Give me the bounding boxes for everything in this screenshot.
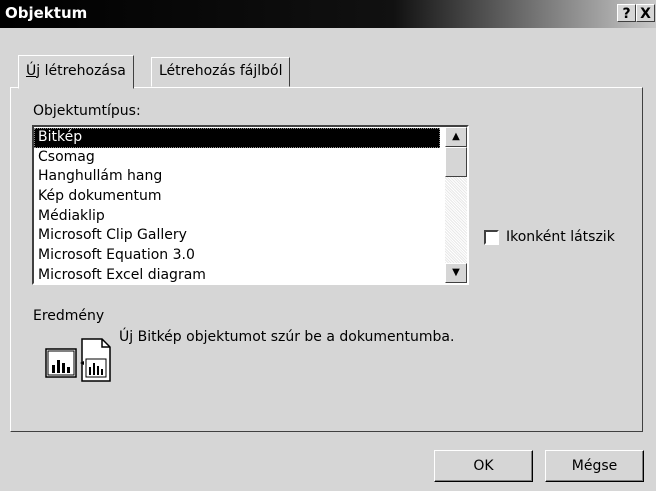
- tab-from-file-label: Létrehozás fájlból: [159, 63, 283, 79]
- window-title: Objektum: [5, 4, 88, 22]
- result-text: Új Bitkép objektumot szúr be a dokumentu…: [119, 329, 455, 345]
- scroll-thumb[interactable]: [445, 147, 467, 177]
- list-item[interactable]: Microsoft Clip Gallery: [34, 226, 440, 246]
- list-item[interactable]: Microsoft Excel diagram: [34, 266, 440, 283]
- list-item[interactable]: Médiaklip: [34, 207, 440, 227]
- close-button[interactable]: X: [636, 4, 655, 22]
- list-item[interactable]: Csomag: [34, 148, 440, 168]
- help-button[interactable]: ?: [617, 4, 636, 22]
- title-bar: Objektum ? X: [0, 0, 656, 28]
- list-item[interactable]: Hanghullám hang: [34, 167, 440, 187]
- tab-new-label: Új létrehozása: [26, 63, 126, 79]
- list-scrollbar[interactable]: ▲ ▼: [445, 127, 467, 283]
- display-as-icon-label: Ikonként látszik: [506, 229, 615, 245]
- arrow-up-icon[interactable]: ▲: [445, 127, 467, 147]
- list-item[interactable]: Microsoft Equation 3.0: [34, 246, 440, 266]
- tab-from-file[interactable]: Létrehozás fájlból: [151, 57, 291, 87]
- ok-button[interactable]: OK: [434, 450, 533, 482]
- tab-new[interactable]: Új létrehozása: [18, 55, 134, 89]
- insert-object-icon: [45, 338, 111, 382]
- list-item[interactable]: Kép dokumentum: [34, 187, 440, 207]
- list-item[interactable]: Bitkép: [34, 128, 440, 148]
- result-label: Eredmény: [33, 308, 105, 324]
- object-type-list[interactable]: Bitkép Csomag Hanghullám hang Kép dokumentu…: [32, 125, 469, 285]
- object-type-label: Objektumtípus:: [33, 103, 141, 119]
- display-as-icon-checkbox[interactable]: [484, 230, 499, 245]
- arrow-down-icon[interactable]: ▼: [445, 263, 467, 283]
- cancel-button[interactable]: Mégse: [545, 450, 644, 482]
